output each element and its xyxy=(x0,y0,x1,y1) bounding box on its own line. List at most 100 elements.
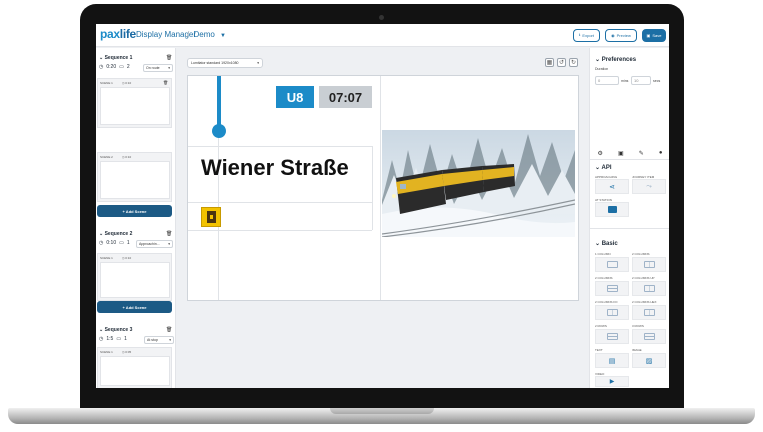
station-name[interactable]: Wiener Straße xyxy=(201,155,349,181)
scene-time-value: 0:10 xyxy=(125,81,132,85)
scene-time: ◷ 0:10 xyxy=(121,256,132,260)
minutes-input[interactable]: 0 xyxy=(595,76,619,85)
text-component-tile[interactable]: ▤ xyxy=(595,353,629,368)
trash-icon[interactable]: 🗑 xyxy=(166,327,172,333)
add-scene-button[interactable]: + Add Scene xyxy=(97,205,172,217)
project-selector[interactable]: / Demo ▼ xyxy=(187,30,226,39)
scene-header: SCENE 1 ◷ 0:10 xyxy=(100,256,131,260)
preview-label: Preview xyxy=(616,33,631,38)
monitor-icon: ▭ xyxy=(119,240,124,246)
sequence-title[interactable]: ⌄ Sequence 3 xyxy=(99,327,132,333)
sequence-title[interactable]: ⌄ Sequence 1 xyxy=(99,55,132,61)
api-heading[interactable]: ⌄ API xyxy=(595,164,612,171)
sequence-mode-select[interactable]: On route ▾ xyxy=(143,64,173,72)
minutes-unit: mins xyxy=(621,79,629,83)
save-button[interactable]: ▣ Save xyxy=(642,29,666,42)
webcam-icon xyxy=(379,15,384,20)
tab-edit-icon[interactable]: ✎ xyxy=(639,150,644,157)
one-column-icon xyxy=(606,261,618,268)
scene-preview[interactable] xyxy=(100,87,170,125)
sequence-title[interactable]: ⌄ Sequence 2 xyxy=(99,231,132,237)
columns-up-icon xyxy=(643,285,655,292)
sequence-duration: 1:5 xyxy=(106,336,114,342)
tile-label: 2 COLUMNS HEX xyxy=(632,300,657,304)
scene-time-value: 0:05 xyxy=(125,350,132,354)
sequence-mode-value: On route xyxy=(146,66,160,70)
export-button[interactable]: ⭳ Export xyxy=(573,29,600,42)
layout-3-rows-tile[interactable] xyxy=(632,329,666,344)
tile-label: 1 COLUMN xyxy=(595,252,611,256)
route-line[interactable] xyxy=(217,76,221,128)
trash-icon[interactable]: 🗑 xyxy=(166,231,172,237)
scene-card[interactable]: SCENE 1 ◷ 0:10 🗑 xyxy=(97,78,172,128)
guide-line xyxy=(372,146,373,230)
layout-2-columns-hex-tile[interactable] xyxy=(632,305,666,320)
scene-header: SCENE 2 ◷ 0:10 xyxy=(100,155,131,159)
layout-2-columns-up-tile[interactable] xyxy=(632,281,666,296)
scene-preview[interactable] xyxy=(100,161,170,199)
two-rows-icon xyxy=(606,333,618,340)
clock-icon: ◷ xyxy=(99,240,104,246)
scene-card[interactable]: SCENE 1 ◷ 0:10 xyxy=(97,253,172,301)
scene-card[interactable]: SCENE 2 ◷ 0:10 xyxy=(97,152,172,202)
api-title: API xyxy=(601,165,612,171)
duration-label: Duration xyxy=(595,67,609,71)
basic-heading[interactable]: ⌄ Basic xyxy=(595,240,618,247)
preferences-heading[interactable]: ⌄ Preferences xyxy=(595,56,636,63)
panel-tabs: ⚙ ▣ ✎ ● xyxy=(590,147,669,160)
image-component-tile[interactable]: ▨ xyxy=(632,353,666,368)
sequence-mode-select[interactable]: Approachin... ▾ xyxy=(136,240,173,248)
layout-2-columns-fo-tile[interactable] xyxy=(595,305,629,320)
display-canvas[interactable]: U8 07:07 Wiener Straße xyxy=(187,75,579,301)
scene-label: SCENE 2 xyxy=(100,155,113,159)
sequence-mode-value: At stop xyxy=(147,338,158,342)
api-at-station-tile[interactable] xyxy=(595,202,629,217)
seconds-input[interactable]: 10 xyxy=(631,76,651,85)
eye-icon: ◉ xyxy=(611,33,615,38)
train-winter-image[interactable] xyxy=(382,130,575,237)
trash-icon[interactable]: 🗑 xyxy=(163,80,168,85)
columns-fo-icon xyxy=(606,309,618,316)
sequence-mode-select[interactable]: At stop ▾ xyxy=(144,336,174,344)
clock-icon: ◷ xyxy=(99,336,104,342)
chevron-down-icon: ▾ xyxy=(169,338,171,342)
scene-label: SCENE 1 xyxy=(100,350,113,354)
line-badge[interactable]: U8 xyxy=(276,86,314,108)
tile-label: 2 COLUMNS xyxy=(595,276,613,280)
scene-preview[interactable] xyxy=(100,262,170,298)
layout-2-rows-tile[interactable] xyxy=(595,329,629,344)
three-rows-icon xyxy=(643,333,655,340)
api-journey-tile[interactable]: ⤳ xyxy=(632,179,666,194)
layout-1-column-tile[interactable] xyxy=(595,257,629,272)
properties-panel: ⌄ Preferences Duration 0 mins 10 secs ⚙ … xyxy=(589,48,669,388)
screen-type-select[interactable]: Lumitator standard 1920x1080 ▾ xyxy=(187,58,263,68)
preview-button[interactable]: ◉ Preview xyxy=(605,29,637,42)
tab-more-icon[interactable]: ● xyxy=(659,150,663,156)
tab-component-icon[interactable]: ▣ xyxy=(618,150,624,157)
time-display[interactable]: 07:07 xyxy=(319,86,372,108)
layout-2-columns-tile[interactable] xyxy=(632,257,666,272)
grid-toggle-icon[interactable]: ▦ xyxy=(545,58,554,67)
api-approaching-tile[interactable]: ⋖ xyxy=(595,179,629,194)
video-icon: ▶ xyxy=(609,379,615,385)
two-columns-icon xyxy=(643,261,655,268)
add-scene-button[interactable]: + Add Scene xyxy=(97,301,172,313)
export-label: Export xyxy=(582,33,594,38)
scene-time: ◷ 0:10 xyxy=(121,81,132,85)
route-stop-dot[interactable] xyxy=(212,124,226,138)
undo-icon[interactable]: ↺ xyxy=(557,58,566,67)
redo-icon[interactable]: ↻ xyxy=(569,58,578,67)
scene-preview[interactable] xyxy=(100,356,170,386)
laptop-notch xyxy=(330,408,434,414)
tile-label: 2 COLUMNS FO xyxy=(595,300,618,304)
app-logo[interactable]: paxlife xyxy=(100,27,136,41)
exit-door-icon[interactable] xyxy=(201,207,221,227)
tile-label: 2 ROWS xyxy=(595,324,607,328)
trash-icon[interactable]: 🗑 xyxy=(166,55,172,61)
video-component-tile[interactable]: ▶ xyxy=(595,376,629,387)
layout-2-columns-b-tile[interactable] xyxy=(595,281,629,296)
sequence-meta: ◷ 0:20 ▭ 2 xyxy=(99,64,130,70)
scene-card[interactable]: SCENE 1 ◷ 0:05 xyxy=(97,347,172,388)
screen-type-value: Lumitator standard 1920x1080 xyxy=(191,61,239,65)
tab-layout-icon[interactable]: ⚙ xyxy=(598,150,603,157)
